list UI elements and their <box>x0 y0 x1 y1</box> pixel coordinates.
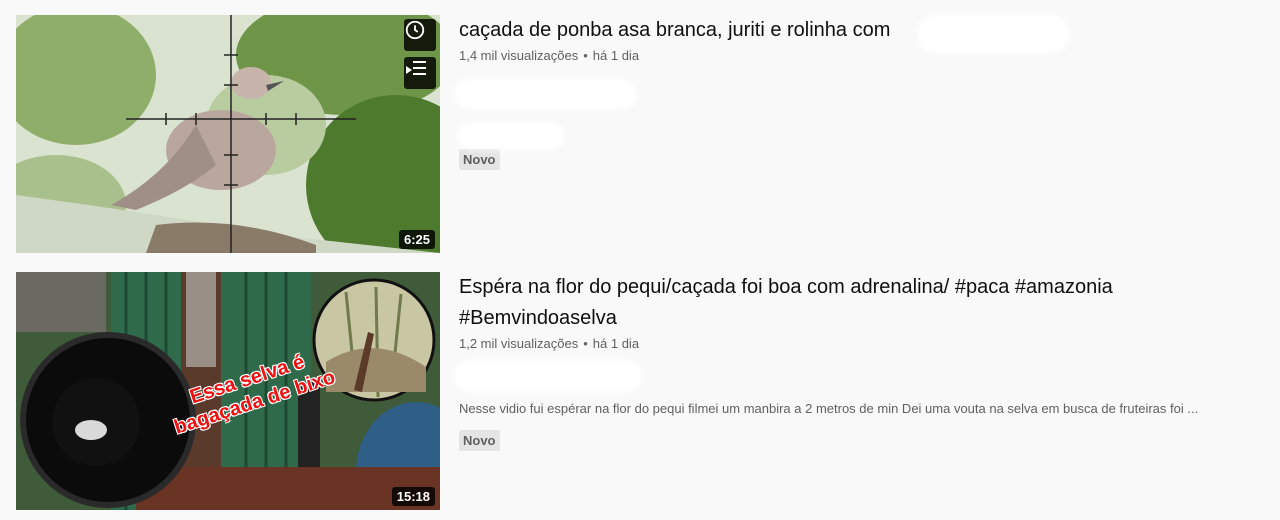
video-title[interactable]: caçada de ponba asa branca, juriti e rol… <box>459 15 1269 46</box>
video-info: Espéra na flor do pequi/caçada foi boa c… <box>459 272 1269 451</box>
redacted-area <box>458 83 633 105</box>
redacted-area <box>461 127 561 145</box>
add-to-queue-button[interactable] <box>404 57 436 89</box>
upload-age: há 1 dia <box>592 48 640 63</box>
separator: • <box>583 336 588 351</box>
video-item[interactable]: Essa selva é bagaçada de bixo 15:18 Espé… <box>16 272 1266 510</box>
video-thumbnail[interactable]: Essa selva é bagaçada de bixo 15:18 <box>16 272 440 510</box>
redacted-area <box>458 364 638 388</box>
upload-age: há 1 dia <box>592 336 640 351</box>
video-metadata: 1,2 mil visualizações • há 1 dia <box>459 336 1269 351</box>
new-badge: Novo <box>459 149 500 170</box>
view-count: 1,2 mil visualizações <box>459 336 579 351</box>
add-to-queue-icon <box>406 61 426 75</box>
clock-icon <box>405 20 425 40</box>
video-item[interactable]: 6:25 caçada de ponba asa branca, juriti … <box>16 15 1266 253</box>
video-description: Nesse vidio fui espérar na flor do pequi… <box>459 401 1199 416</box>
duration-badge: 15:18 <box>391 487 435 506</box>
video-thumbnail[interactable]: 6:25 <box>16 15 440 253</box>
video-metadata: 1,4 mil visualizações • há 1 dia <box>459 48 1269 63</box>
watch-later-button[interactable] <box>404 19 436 51</box>
channel-area <box>459 63 1269 149</box>
thumbnail-image-dove <box>16 15 440 253</box>
new-badge: Novo <box>459 430 500 451</box>
separator: • <box>583 48 588 63</box>
video-title[interactable]: Espéra na flor do pequi/caçada foi boa c… <box>459 272 1269 334</box>
view-count: 1,4 mil visualizações <box>459 48 579 63</box>
redacted-area <box>921 19 1066 49</box>
duration-badge: 6:25 <box>398 230 435 249</box>
